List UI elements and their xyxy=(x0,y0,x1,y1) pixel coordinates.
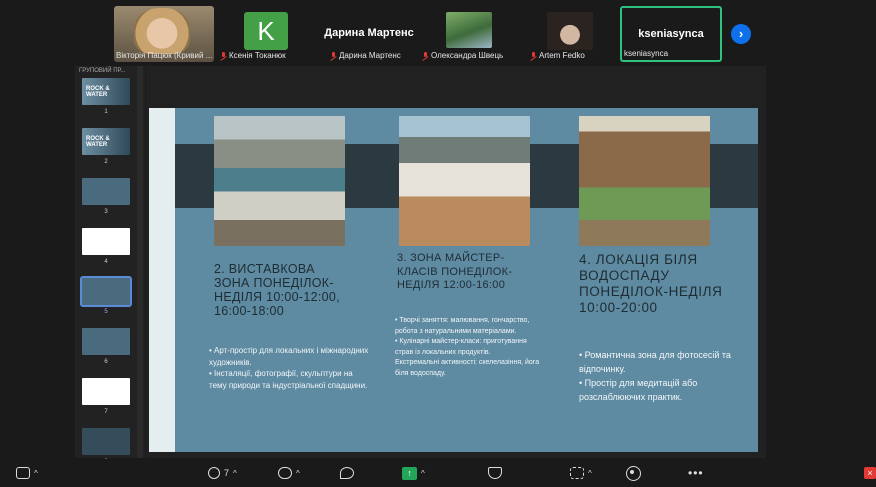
next-participants-button[interactable]: › xyxy=(731,24,751,44)
participant-tile-active[interactable]: kseniasynca kseniasynca xyxy=(620,6,722,62)
slide-thumbnail[interactable] xyxy=(82,378,130,405)
participant-name: Ксенія Токанюк xyxy=(229,51,286,60)
participant-name: kseniasynca xyxy=(624,49,669,58)
share-screen-button[interactable]: ↑ ^ xyxy=(402,465,425,481)
apps-icon xyxy=(570,467,584,479)
masterclass-zone-image xyxy=(399,116,530,246)
slide-number: 7 xyxy=(104,409,108,415)
end-meeting-button[interactable]: × xyxy=(864,467,876,479)
participant-tile[interactable]: Artem Fedko xyxy=(520,6,620,62)
bullet-item: • Арт-простір для локальних і міжнародни… xyxy=(209,346,369,367)
bullet-item: • Кулінарні майстер-класи: приготування … xyxy=(395,338,527,356)
slide-thumbnails-panel: ГРУПОВИЙ ПР... ROCK & WATER 1 ROCK & WAT… xyxy=(75,66,145,465)
participant-name: Artem Fedko xyxy=(539,51,585,60)
security-icon xyxy=(488,467,502,479)
participant-tile[interactable]: K Ксенія Токанюк xyxy=(218,6,318,62)
slide-number: 4 xyxy=(104,259,108,265)
meeting-toolbar: ^ 7 ^ ^ ↑ ^ ^ ••• × xyxy=(0,459,876,487)
mic-muted-icon xyxy=(422,51,429,60)
slide-number: 3 xyxy=(104,209,108,215)
share-screen-icon: ↑ xyxy=(402,466,417,480)
slide-thumbnail[interactable] xyxy=(82,228,130,255)
slide-number: 6 xyxy=(104,359,108,365)
avatar: K xyxy=(244,12,288,50)
chevron-right-icon: › xyxy=(738,26,744,41)
chevron-up-icon: ^ xyxy=(233,468,237,478)
mic-muted-icon xyxy=(330,51,337,60)
participant-tile[interactable]: Олександра Швець xyxy=(420,6,520,62)
video-icon xyxy=(16,467,30,479)
participant-display-name: Дарина Мартенс xyxy=(324,27,414,39)
bullet-item: • Простір для медитацій або розслаблюючи… xyxy=(579,378,698,402)
scrollbar[interactable] xyxy=(137,66,143,458)
chevron-up-icon: ^ xyxy=(34,468,38,478)
participants-button[interactable]: 7 ^ xyxy=(208,465,237,481)
reactions-button[interactable] xyxy=(340,465,354,481)
participants-count: 7 xyxy=(224,468,230,478)
participant-name: Дарина Мартенс xyxy=(339,51,401,60)
section-bullets: • Романтична зона для фотосесій та відпо… xyxy=(579,348,749,404)
mic-muted-icon xyxy=(530,51,537,60)
mic-muted-icon xyxy=(220,51,227,60)
panel-title: ГРУПОВИЙ ПР... xyxy=(79,68,126,74)
slide-thumbnail[interactable] xyxy=(82,328,130,355)
slide-thumbnail[interactable]: ROCK & WATER xyxy=(82,78,130,105)
slide-number: 1 xyxy=(104,109,108,115)
participants-strip: Вікторія Пацюк (Кривий ... K Ксенія Тока… xyxy=(0,0,876,66)
chevron-up-icon: ^ xyxy=(296,468,300,478)
participant-avatar-image xyxy=(446,12,492,48)
reactions-icon xyxy=(340,467,354,479)
chevron-up-icon: ^ xyxy=(588,468,592,478)
chevron-up-icon: ^ xyxy=(421,468,425,478)
security-button[interactable] xyxy=(488,465,502,481)
waterfall-location-image xyxy=(579,116,710,246)
section-heading: 4. ЛОКАЦІЯ БІЛЯ ВОДОСПАДУ ПОНЕДІЛОК-НЕДІ… xyxy=(579,252,723,315)
participant-tile[interactable]: Дарина Мартенс Дарина Мартенс xyxy=(318,6,420,62)
record-icon xyxy=(626,465,641,481)
slide-thumbnail[interactable] xyxy=(82,178,130,205)
bullet-item: • Романтична зона для фотосесій та відпо… xyxy=(579,350,731,374)
participant-tile[interactable]: Вікторія Пацюк (Кривий ... xyxy=(114,6,214,62)
bullet-item: • Творчі заняття: малювання, гончарство,… xyxy=(395,317,530,335)
participant-avatar-image xyxy=(547,12,593,50)
participant-display-name: kseniasynca xyxy=(638,28,704,40)
chat-button[interactable]: ^ xyxy=(278,465,300,481)
more-button[interactable]: ••• xyxy=(688,465,704,481)
section-heading: 3. ЗОНА МАЙСТЕР-КЛАСІВ ПОНЕДІЛОК-НЕДІЛЯ … xyxy=(397,252,513,291)
record-button[interactable] xyxy=(626,465,641,481)
more-icon: ••• xyxy=(688,466,704,480)
participant-name: Вікторія Пацюк (Кривий ... xyxy=(116,51,213,60)
slide-thumbnail[interactable]: ROCK & WATER xyxy=(82,128,130,155)
slide-number: 2 xyxy=(104,159,108,165)
slide-number: 5 xyxy=(104,309,108,315)
slide-thumbnail[interactable] xyxy=(82,428,130,455)
chat-icon xyxy=(278,467,292,479)
section-bullets: • Арт-простір для локальних і міжнародни… xyxy=(209,345,369,391)
participants-icon xyxy=(208,467,220,479)
video-button[interactable]: ^ xyxy=(16,465,38,481)
exhibition-zone-image xyxy=(214,116,345,246)
slide-thumbnail-selected[interactable] xyxy=(80,276,132,307)
section-bullets: • Творчі заняття: малювання, гончарство,… xyxy=(395,316,545,379)
close-icon: × xyxy=(867,468,873,478)
presentation-slide: 2. ВИСТАВКОВА ЗОНА ПОНЕДІЛОК- НЕДІЛЯ 10:… xyxy=(149,108,758,452)
slide-accent-strip xyxy=(149,108,175,452)
bullet-item: • Інсталяції, фотографії, скульптури на … xyxy=(209,369,368,390)
section-heading: 2. ВИСТАВКОВА ЗОНА ПОНЕДІЛОК- НЕДІЛЯ 10:… xyxy=(214,262,340,318)
participant-video xyxy=(134,8,190,54)
bullet-item: Екстремальні активності: скелелазіння, й… xyxy=(395,359,540,377)
apps-button[interactable]: ^ xyxy=(570,465,592,481)
participant-name: Олександра Швець xyxy=(431,51,504,60)
